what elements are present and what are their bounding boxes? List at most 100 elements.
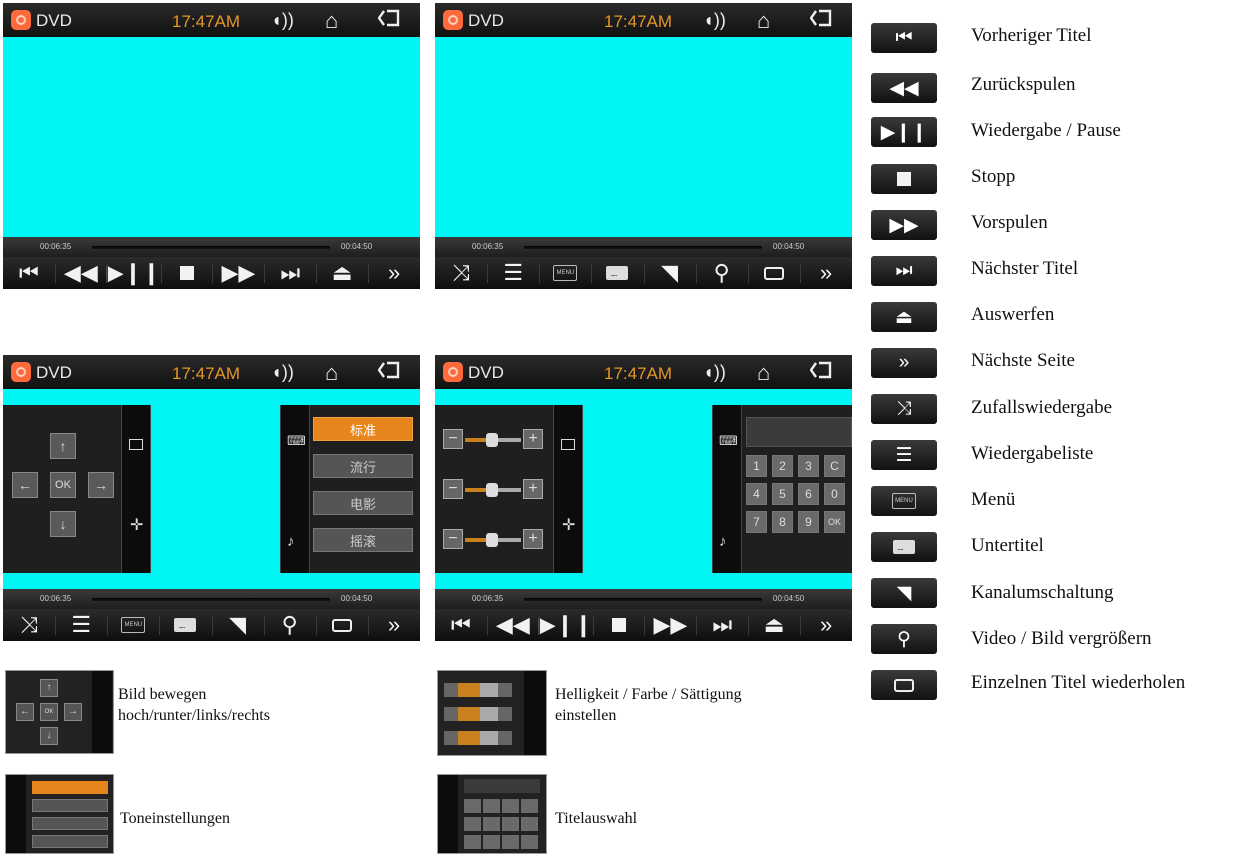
numpad-key[interactable]: 1 (746, 455, 767, 477)
volume-icon[interactable]: ◖)) (703, 362, 726, 383)
numpad-key[interactable]: 3 (798, 455, 819, 477)
numpad-key[interactable]: 7 (746, 511, 767, 533)
prev-track-icon[interactable]: ⏮ (435, 609, 487, 641)
back-icon[interactable] (810, 361, 832, 379)
sound-mode-movie[interactable]: 电影 (313, 491, 413, 515)
next-track-icon[interactable]: ⏭ (264, 257, 316, 289)
music-icon[interactable]: ♪ (287, 533, 295, 550)
home-icon[interactable]: ⌂ (757, 8, 770, 34)
slider-knob[interactable] (486, 483, 498, 497)
ok-button[interactable]: OK (50, 472, 76, 498)
video-area[interactable] (3, 37, 420, 237)
play-pause-icon[interactable]: ▶❙❙ (106, 257, 161, 289)
numpad-key[interactable]: 4 (746, 483, 767, 505)
progress-track[interactable] (92, 246, 330, 249)
progress-bar[interactable]: 00:06:35 00:04:50 (435, 589, 852, 609)
menu-icon[interactable]: MENU (107, 609, 159, 641)
numpad-key[interactable]: C (824, 455, 845, 477)
sound-mode-rock[interactable]: 摇滚 (313, 528, 413, 552)
numpad-key[interactable]: 9 (798, 511, 819, 533)
subtitle-icon[interactable] (159, 609, 211, 641)
fast-forward-icon[interactable]: ▶▶ (212, 257, 264, 289)
keyboard-icon[interactable]: ⌨ (719, 433, 738, 449)
numpad-key[interactable]: 5 (772, 483, 793, 505)
shuffle-icon[interactable]: ⤨ (3, 609, 55, 641)
channel-icon[interactable]: ◥ (643, 257, 696, 289)
move-up-button[interactable]: ↑ (50, 433, 76, 459)
volume-icon[interactable]: ◖)) (271, 10, 294, 31)
sound-mode-standard[interactable]: 标准 (313, 417, 413, 441)
numpad-key[interactable]: OK (824, 511, 845, 533)
volume-icon[interactable]: ◖)) (271, 362, 294, 383)
next-page-icon[interactable]: » (800, 609, 852, 641)
picture-icon[interactable] (561, 439, 575, 450)
next-page-icon[interactable]: » (799, 257, 852, 289)
progress-track[interactable] (524, 598, 762, 601)
playlist-icon[interactable]: ☰ (487, 257, 539, 289)
progress-bar[interactable]: 00:06:35 00:04:50 (3, 237, 420, 257)
menu-icon-text: MENU (892, 493, 916, 509)
keyboard-icon[interactable]: ⌨ (287, 433, 306, 449)
plus-icon[interactable]: + (523, 529, 543, 549)
minus-icon[interactable]: − (443, 529, 463, 549)
minus-icon[interactable]: − (443, 479, 463, 499)
picture-icon[interactable] (129, 439, 143, 450)
playlist-icon: ☰ (871, 440, 937, 470)
volume-icon[interactable]: ◖)) (703, 10, 726, 31)
zoom-icon[interactable]: ⚲ (695, 257, 748, 289)
channel-icon[interactable]: ◥ (211, 609, 264, 641)
home-icon[interactable]: ⌂ (325, 8, 338, 34)
move-icon[interactable]: ✛ (130, 515, 143, 535)
rewind-icon[interactable]: ◀◀ (486, 609, 539, 641)
back-icon[interactable] (378, 361, 400, 379)
zoom-icon[interactable]: ⚲ (263, 609, 316, 641)
video-area[interactable] (435, 37, 852, 237)
move-left-button[interactable]: ← (12, 472, 38, 498)
stop-icon[interactable] (592, 609, 645, 641)
prev-track-icon[interactable]: ⏮ (3, 257, 55, 289)
progress-track[interactable] (92, 598, 330, 601)
plus-icon[interactable]: + (523, 429, 543, 449)
next-track-icon[interactable]: ⏭ (696, 609, 748, 641)
back-icon[interactable] (810, 9, 832, 27)
eject-icon[interactable]: ⏏ (316, 257, 368, 289)
menu-icon[interactable]: MENU (539, 257, 591, 289)
home-icon[interactable]: ⌂ (325, 360, 338, 386)
shuffle-icon[interactable]: ⤨ (435, 257, 487, 289)
move-down-button[interactable]: ↓ (50, 511, 76, 537)
music-icon[interactable]: ♪ (719, 533, 727, 550)
minus-icon[interactable]: − (443, 429, 463, 449)
rewind-icon[interactable]: ◀◀ (54, 257, 107, 289)
plus-icon[interactable]: + (523, 479, 543, 499)
saturation-slider[interactable]: − + (443, 527, 543, 549)
eject-icon[interactable]: ⏏ (748, 609, 800, 641)
move-icon[interactable]: ✛ (562, 515, 575, 535)
numpad-key[interactable]: 0 (824, 483, 845, 505)
subtitle-icon[interactable] (591, 257, 643, 289)
progress-bar[interactable]: 00:06:35 00:04:50 (435, 237, 852, 257)
stop-icon[interactable] (160, 257, 213, 289)
numpad-key[interactable]: 6 (798, 483, 819, 505)
repeat-icon[interactable] (747, 257, 800, 289)
color-slider[interactable]: − + (443, 477, 543, 499)
eject-icon: ⏏ (871, 302, 937, 332)
slider-knob[interactable] (486, 533, 498, 547)
caption-line: einstellen (555, 707, 617, 724)
move-right-button[interactable]: → (88, 472, 114, 498)
back-icon[interactable] (378, 9, 400, 27)
slider-knob[interactable] (486, 433, 498, 447)
progress-track[interactable] (524, 246, 762, 249)
home-icon[interactable]: ⌂ (757, 360, 770, 386)
brightness-slider[interactable]: − + (443, 427, 543, 449)
sound-caption: Toneinstellungen (120, 810, 230, 827)
next-page-icon[interactable]: » (367, 609, 420, 641)
sound-mode-pop[interactable]: 流行 (313, 454, 413, 478)
play-pause-icon[interactable]: ▶❙❙ (538, 609, 593, 641)
next-page-icon[interactable]: » (368, 257, 420, 289)
progress-bar[interactable]: 00:06:35 00:04:50 (3, 589, 420, 609)
numpad-key[interactable]: 2 (772, 455, 793, 477)
numpad-key[interactable]: 8 (772, 511, 793, 533)
repeat-icon[interactable] (315, 609, 368, 641)
fast-forward-icon[interactable]: ▶▶ (644, 609, 696, 641)
playlist-icon[interactable]: ☰ (55, 609, 107, 641)
